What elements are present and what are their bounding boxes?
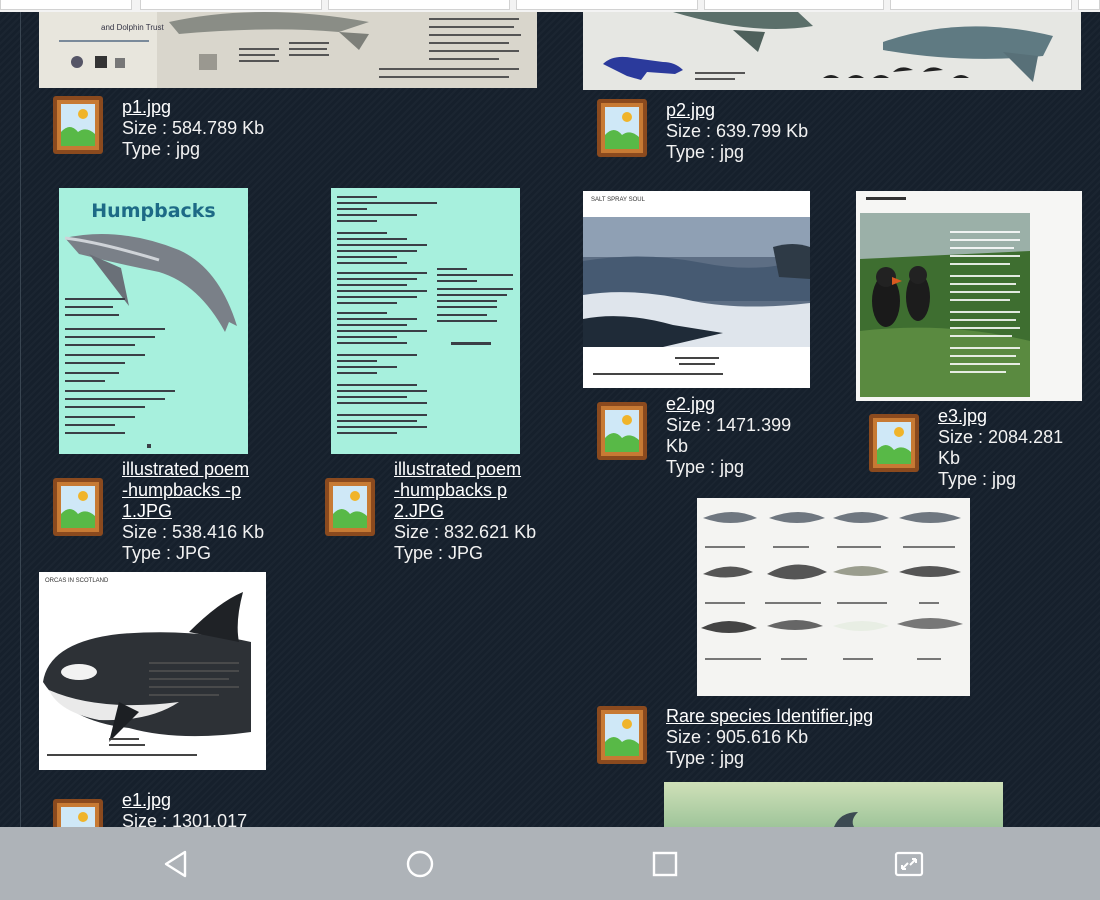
file-type: Type : JPG <box>394 543 484 563</box>
orca-drawing <box>43 592 251 756</box>
thumbnail-rare-species[interactable] <box>697 498 970 696</box>
file-name-link[interactable]: e1.jpg <box>122 790 247 811</box>
toolbar-segment[interactable] <box>140 0 322 10</box>
toolbar-segment[interactable] <box>0 0 132 10</box>
file-size: Size : 639.799 Kb <box>666 121 809 141</box>
poster-image <box>583 12 1081 90</box>
file-name-link[interactable]: e3.jpg <box>938 406 1063 427</box>
file-name-line: 1.JPG <box>122 501 173 521</box>
picture-file-icon[interactable] <box>50 94 106 156</box>
file-size: Size : 538.416 Kb <box>122 522 265 542</box>
file-type: Type : JPG <box>122 543 212 563</box>
file-info-rare-species: Rare species Identifier.jpg Size : 905.6… <box>666 706 873 769</box>
picture-file-icon[interactable] <box>594 97 650 159</box>
file-info-e1: e1.jpg Size : 1301.017 <box>122 790 247 827</box>
picture-file-icon[interactable] <box>50 797 106 827</box>
file-name-link[interactable]: p1.jpg <box>122 97 264 118</box>
file-info-humpbacks-p1: illustrated poem -humpbacks -p 1.JPG Siz… <box>122 459 264 564</box>
file-info-e3: e3.jpg Size : 2084.281 Kb Type : jpg <box>938 406 1063 490</box>
file-size-line: Size : 1471.399 <box>666 415 792 435</box>
back-button[interactable] <box>136 827 216 900</box>
recents-icon <box>652 851 678 876</box>
home-button[interactable] <box>380 827 460 900</box>
picture-file-icon[interactable] <box>50 476 106 538</box>
file-name-link[interactable]: p2.jpg <box>666 100 808 121</box>
poster-image: and Dolphin Trust <box>39 12 537 88</box>
file-size-line: Size : 2084.281 <box>938 427 1064 447</box>
back-icon <box>164 850 187 877</box>
picture-file-icon[interactable] <box>866 412 922 474</box>
file-name-link[interactable]: Rare species Identifier.jpg <box>666 706 873 727</box>
file-size: Size : 1301.017 <box>122 811 248 827</box>
file-name-link[interactable]: illustrated poem -humpbacks -p 1.JPG <box>122 459 264 522</box>
toolbar-segment[interactable] <box>890 0 1072 10</box>
toolbar-segment[interactable] <box>704 0 884 10</box>
file-info-humpbacks-p2: illustrated poem -humpbacks p 2.JPG Size… <box>394 459 536 564</box>
top-toolbar-strip <box>0 0 1100 12</box>
svg-text:and Dolphin Trust: and Dolphin Trust <box>101 23 164 32</box>
file-type: Type : jpg <box>666 457 745 477</box>
file-name-line: illustrated poem <box>122 459 250 479</box>
file-info-p2: p2.jpg Size : 639.799 Kb Type : jpg <box>666 100 808 163</box>
system-navigation-bar <box>0 827 1100 900</box>
species-chart-image <box>701 512 963 660</box>
file-type: Type : jpg <box>122 139 201 159</box>
screen-resize-button[interactable] <box>869 827 949 900</box>
file-size-line: Kb <box>938 448 961 468</box>
poem-text-image <box>337 196 513 434</box>
thumbnail-partial[interactable] <box>664 782 1003 827</box>
file-name-line: illustrated poem <box>394 459 522 479</box>
picture-file-icon[interactable] <box>594 704 650 766</box>
file-type: Type : jpg <box>666 748 745 768</box>
file-type: Type : jpg <box>666 142 745 162</box>
puffin-photo <box>856 191 1082 401</box>
toolbar-segment[interactable] <box>1078 0 1100 10</box>
thumbnail-humpbacks-p1[interactable]: Humpbacks <box>59 188 248 454</box>
file-info-p1: p1.jpg Size : 584.789 Kb Type : jpg <box>122 97 264 160</box>
toolbar-segment[interactable] <box>516 0 698 10</box>
file-name-line: 2.JPG <box>394 501 445 521</box>
home-icon <box>406 850 434 877</box>
picture-file-icon[interactable] <box>594 400 650 462</box>
file-name-link[interactable]: illustrated poem -humpbacks p 2.JPG <box>394 459 536 522</box>
file-size: Size : 832.621 Kb <box>394 522 537 542</box>
thumbnail-humpbacks-p2[interactable] <box>331 188 520 454</box>
file-gallery: and Dolphin Trust p1.jpg Size: 584.789 … <box>0 12 1100 827</box>
screen-resize-icon <box>894 851 924 876</box>
thumbnail-e1[interactable]: ORCAS IN SCOTLAND <box>39 572 266 770</box>
file-size-line: Kb <box>666 436 689 456</box>
partial-image <box>664 782 1003 827</box>
whale-drawing <box>64 234 237 448</box>
sea-photo <box>583 217 810 375</box>
file-name-link[interactable]: e2.jpg <box>666 394 791 415</box>
thumbnail-p1[interactable]: and Dolphin Trust <box>39 12 537 88</box>
file-name-line: -humpbacks p <box>394 480 508 500</box>
file-name-line: -humpbacks -p <box>122 480 242 500</box>
file-size: Size : 905.616 Kb <box>666 727 809 747</box>
thumbnail-p2[interactable] <box>583 12 1081 90</box>
recents-button[interactable] <box>625 827 705 900</box>
file-type: Type : jpg <box>938 469 1017 489</box>
thumbnail-e3[interactable] <box>856 191 1082 401</box>
file-info-e2: e2.jpg Size : 1471.399 Kb Type : jpg <box>666 394 791 478</box>
file-size: Size : 584.789 Kb <box>122 118 265 138</box>
thumbnail-e2[interactable]: SALT SPRAY SOUL <box>583 191 810 388</box>
toolbar-segment[interactable] <box>328 0 510 10</box>
picture-file-icon[interactable] <box>322 476 378 538</box>
